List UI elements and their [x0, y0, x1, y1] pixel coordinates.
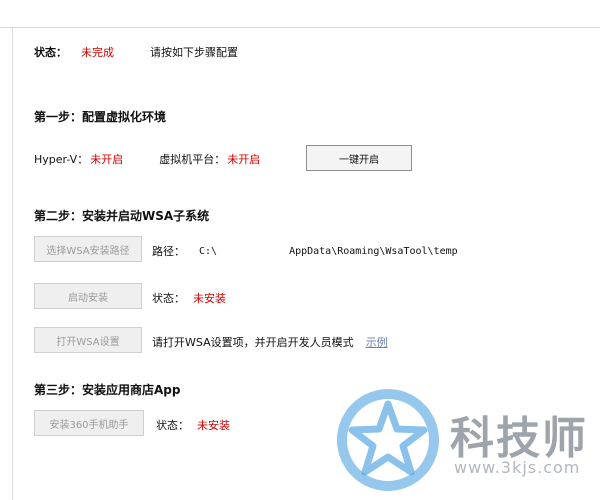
- platform-status: 未开启: [227, 153, 261, 166]
- path-prefix: C:\: [199, 245, 218, 257]
- step3-title: 第三步：安装应用商店App: [34, 383, 181, 397]
- install-status-value: 未安装: [193, 292, 226, 305]
- assistant-status-row: 状态： 未安装: [156, 417, 230, 433]
- top-divider: [0, 27, 600, 28]
- path-suffix: AppData\Roaming\WsaTool\temp: [289, 245, 458, 257]
- step2-title: 第二步：安装并启动WSA子系统: [34, 209, 210, 223]
- install-status-label: 状态：: [152, 292, 185, 305]
- open-wsa-settings-button[interactable]: 打开WSA设置: [34, 327, 142, 353]
- assistant-status-value: 未安装: [197, 419, 230, 432]
- left-border: [12, 28, 13, 500]
- hyperv-row: Hyper-V： 未开启 虚拟机平台： 未开启: [34, 151, 260, 167]
- hyperv-status: 未开启: [90, 153, 124, 166]
- watermark-text: 科技师: [450, 413, 588, 464]
- star-logo-icon: [337, 389, 439, 491]
- example-link[interactable]: 示例: [366, 334, 388, 350]
- assistant-status-label: 状态：: [156, 419, 189, 432]
- start-install-button[interactable]: 启动安装: [34, 283, 142, 309]
- watermark-url: www.3kjs.com: [454, 458, 581, 477]
- status-hint: 请按如下步骤配置: [150, 46, 238, 59]
- path-label: 路径：: [152, 245, 185, 258]
- settings-hint: 请打开WSA设置项，并开启开发人员模式: [152, 336, 354, 349]
- enable-virtualization-button[interactable]: 一键开启: [306, 145, 412, 171]
- hyperv-label: Hyper-V：: [34, 153, 89, 166]
- status-label: 状态：: [34, 46, 67, 59]
- choose-wsa-path-button[interactable]: 选择WSA安装路径: [34, 236, 142, 262]
- install-path-row: 路径： C:\ AppData\Roaming\WsaTool\temp: [152, 243, 458, 259]
- overall-status-row: 状态： 未完成 请按如下步骤配置: [34, 44, 238, 60]
- status-value: 未完成: [81, 46, 114, 59]
- settings-hint-row: 请打开WSA设置项，并开启开发人员模式 示例: [152, 334, 388, 350]
- install-360-assistant-button[interactable]: 安装360手机助手: [34, 410, 144, 436]
- site-watermark: 科技师 www.3kjs.com: [332, 384, 600, 500]
- install-status-row: 状态： 未安装: [152, 290, 226, 306]
- step1-title: 第一步：配置虚拟化环境: [34, 110, 167, 124]
- platform-label: 虚拟机平台：: [159, 153, 226, 166]
